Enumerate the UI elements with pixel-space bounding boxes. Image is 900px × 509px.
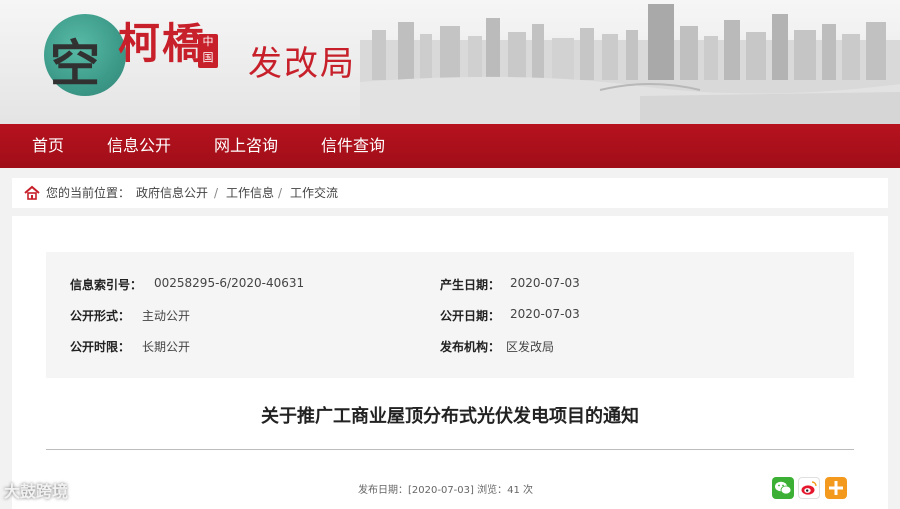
agency-label: 发布机构： [440, 340, 501, 354]
logo-char: 空 [50, 34, 100, 93]
nav-item-letter-query[interactable]: 信件查询 [321, 124, 385, 168]
publish-info: 发布日期：[2020-07-03] 浏览：41 次 [358, 485, 533, 496]
disclosure-form-label: 公开形式： [70, 309, 131, 323]
logo-seal: 中国 [198, 34, 218, 68]
disclosure-period-label: 公开时限： [70, 340, 131, 354]
index-label: 信息索引号： [70, 278, 143, 292]
share-wechat-button[interactable] [772, 477, 794, 499]
breadcrumb-prefix: 您的当前位置： [46, 186, 131, 200]
publish-date-value: 2020-07-03 [510, 307, 580, 321]
created-date-value: 2020-07-03 [510, 276, 580, 290]
main-nav: 首页 信息公开 网上咨询 信件查询 [0, 124, 900, 168]
plus-icon [829, 481, 843, 495]
agency-value: 区发改局 [506, 340, 555, 354]
nav-item-home[interactable]: 首页 [32, 124, 64, 168]
breadcrumb-separator: / [214, 186, 219, 200]
breadcrumb-separator: / [278, 186, 283, 200]
share-weibo-button[interactable] [798, 477, 820, 499]
breadcrumb-item-work-exchange[interactable]: 工作交流 [290, 178, 338, 208]
breadcrumb-item-gov-info[interactable]: 政府信息公开 [136, 178, 208, 208]
publish-date-label: 公开日期： [440, 309, 501, 323]
nav-item-online-consult[interactable]: 网上咨询 [214, 124, 278, 168]
info-meta-table: 信息索引号： 00258295-6/2020-40631 产生日期： 2020-… [46, 252, 854, 378]
nav-item-info-disclosure[interactable]: 信息公开 [107, 124, 171, 168]
wechat-icon [775, 481, 792, 495]
content-panel: 信息索引号： 00258295-6/2020-40631 产生日期： 2020-… [12, 216, 888, 509]
created-date-label: 产生日期： [440, 278, 501, 292]
share-more-button[interactable] [825, 477, 847, 499]
header-banner: 空 柯橋 中国 发改局 [0, 0, 900, 124]
index-value: 00258295-6/2020-40631 [154, 276, 305, 290]
weibo-icon [801, 481, 817, 495]
logo-script-text: 柯橋 [118, 19, 207, 68]
article-title: 关于推广工商业屋顶分布式光伏发电项目的通知 [261, 406, 639, 427]
breadcrumb: 您的当前位置： 政府信息公开 / 工作信息 / 工作交流 [12, 178, 888, 208]
department-title: 发改局 [248, 44, 356, 84]
title-divider [46, 449, 854, 450]
disclosure-period-value: 长期公开 [142, 340, 191, 354]
watermark-logo: 大鼓跨境 [4, 482, 69, 501]
home-icon [24, 185, 40, 200]
breadcrumb-item-work-info[interactable]: 工作信息 [226, 178, 274, 208]
district-logo-icon: 空 [44, 14, 126, 96]
disclosure-form-value: 主动公开 [142, 309, 191, 323]
